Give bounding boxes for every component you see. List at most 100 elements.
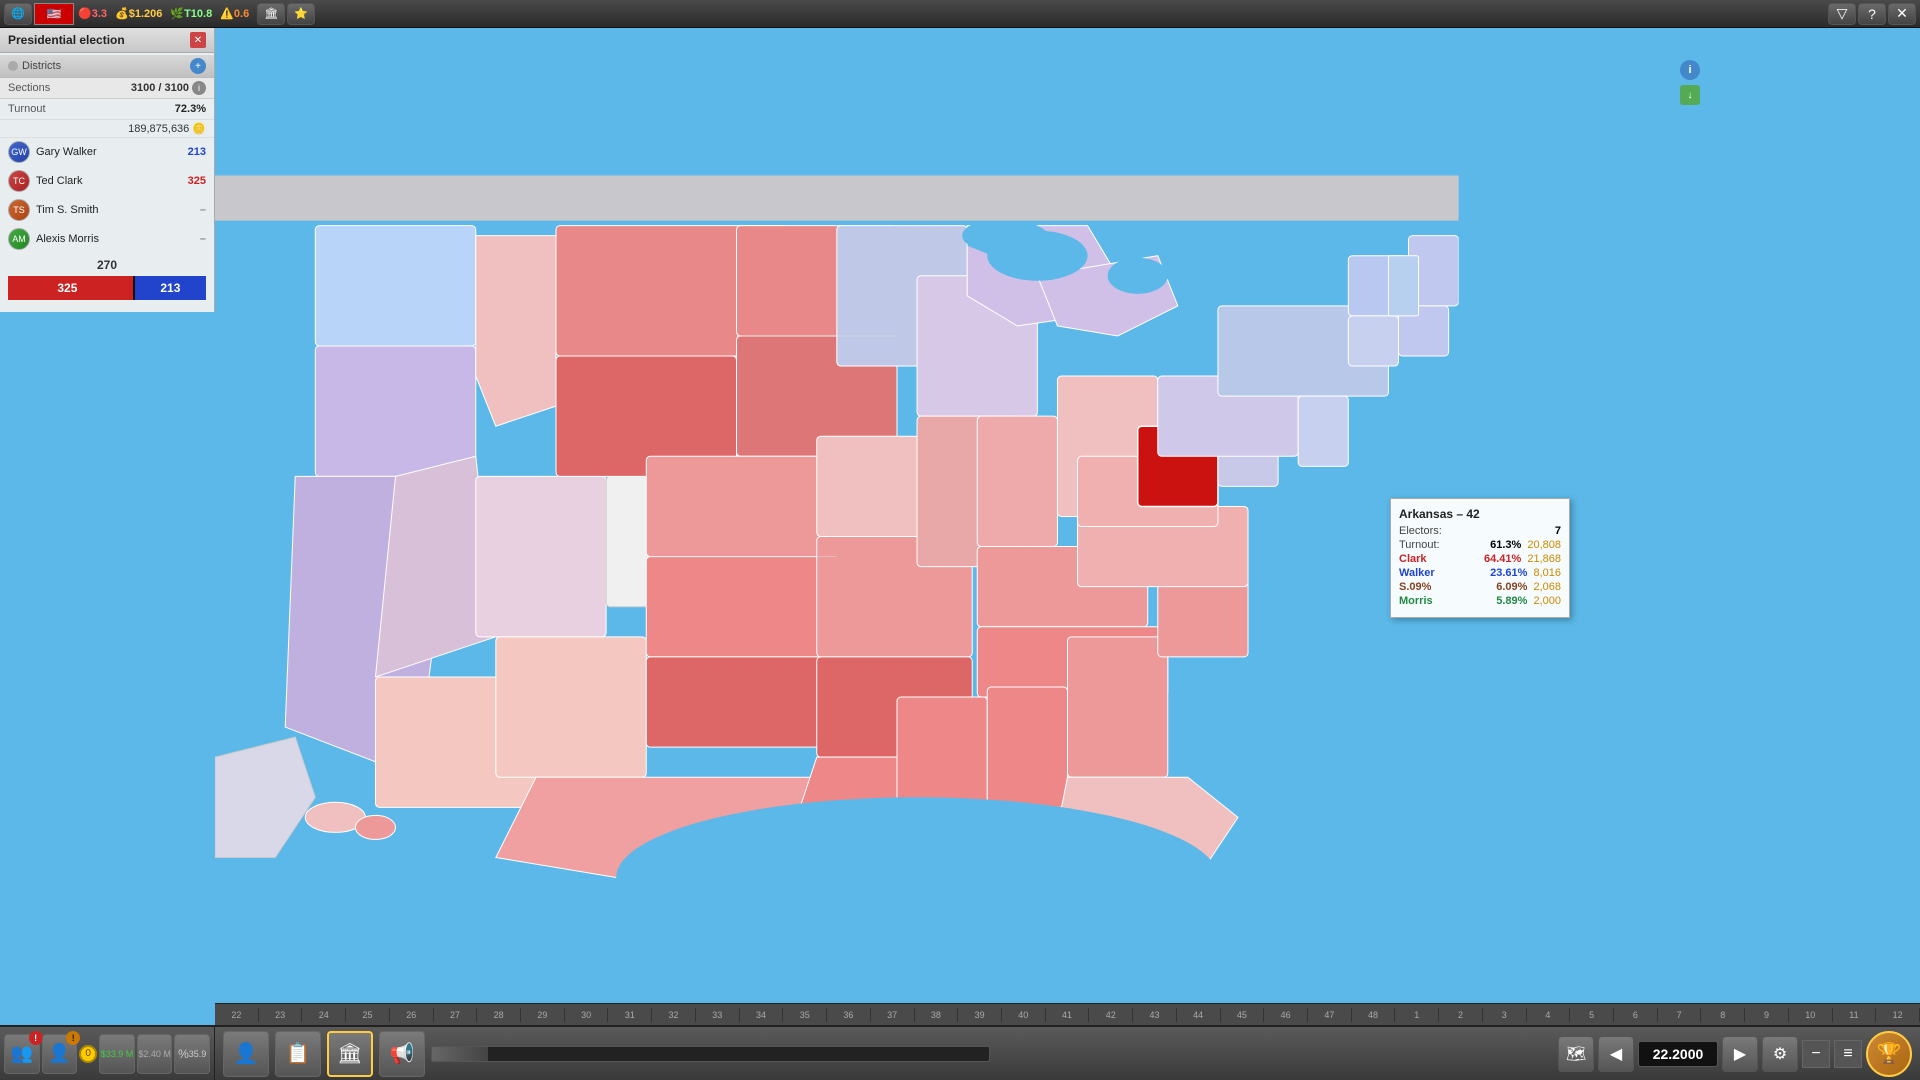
timeline-tick-23[interactable]: 45: [1221, 1008, 1265, 1022]
timeline-tick-34[interactable]: 8: [1701, 1008, 1745, 1022]
approval-icon: 🔴: [78, 7, 92, 20]
building-button[interactable]: 🏛: [257, 3, 285, 25]
timeline-tick-0[interactable]: 22: [215, 1008, 259, 1022]
star-button[interactable]: ⭐: [287, 3, 315, 25]
tooltip-morris-row: Morris 5.89% 2,000: [1399, 595, 1561, 607]
character-button[interactable]: 👤 !: [42, 1034, 78, 1074]
timeline-tick-11[interactable]: 33: [696, 1008, 740, 1022]
timeline-tick-26[interactable]: 48: [1352, 1008, 1396, 1022]
timeline-tick-27[interactable]: 1: [1395, 1008, 1439, 1022]
speaker-button[interactable]: 📢: [379, 1031, 425, 1077]
morris-score: –: [200, 233, 206, 245]
zoom-plus-button[interactable]: ≡: [1834, 1040, 1862, 1068]
timeline-tick-13[interactable]: 35: [783, 1008, 827, 1022]
panel-close-button[interactable]: ✕: [190, 32, 206, 48]
panel-header: Presidential election ✕: [0, 28, 214, 53]
bottom-icons-row: 👥 ! 👤 ! 0 $33.9 M $2.40 M %35.9: [0, 1025, 215, 1080]
timeline-tick-25[interactable]: 47: [1308, 1008, 1352, 1022]
tooltip-turnout-coins: 20,808: [1527, 539, 1561, 551]
filter-button[interactable]: ▽: [1828, 3, 1856, 25]
districts-section: Districts +: [0, 55, 214, 78]
candidate-row-clark[interactable]: TC Ted Clark 325: [0, 167, 214, 196]
people-button[interactable]: 👥 !: [4, 1034, 40, 1074]
t-icon: 🌿: [170, 7, 184, 20]
timeline-tick-33[interactable]: 7: [1658, 1008, 1702, 1022]
progress-bar: [431, 1046, 990, 1062]
timeline-tick-7[interactable]: 29: [521, 1008, 565, 1022]
zoom-minus-button[interactable]: −: [1802, 1040, 1830, 1068]
building-nav-button[interactable]: 🏛: [327, 1031, 373, 1077]
timeline-tick-18[interactable]: 40: [1002, 1008, 1046, 1022]
timeline-tick-36[interactable]: 10: [1789, 1008, 1833, 1022]
alert-stat: ⚠️ 0.6: [220, 7, 249, 20]
walker-score: 213: [188, 146, 206, 158]
approval-value: 3.3: [92, 8, 107, 20]
candidate-row-smith[interactable]: TS Tim S. Smith –: [0, 196, 214, 225]
timeline-tick-9[interactable]: 31: [608, 1008, 652, 1022]
timeline-tick-31[interactable]: 5: [1570, 1008, 1614, 1022]
tooltip-walker-label: Walker: [1399, 567, 1435, 579]
timeline-tick-1[interactable]: 23: [259, 1008, 303, 1022]
character-portrait[interactable]: 🏆: [1866, 1031, 1912, 1077]
timeline-tick-19[interactable]: 41: [1046, 1008, 1090, 1022]
timeline-tick-22[interactable]: 44: [1177, 1008, 1221, 1022]
timeline-tick-35[interactable]: 9: [1745, 1008, 1789, 1022]
globe-button[interactable]: 🌐: [4, 3, 32, 25]
timeline-tick-16[interactable]: 38: [915, 1008, 959, 1022]
tooltip-turnout-row: Turnout: 61.3% 20,808: [1399, 539, 1561, 551]
candidate-row-walker[interactable]: GW Gary Walker 213: [0, 138, 214, 167]
timeline-tick-30[interactable]: 4: [1527, 1008, 1571, 1022]
map-area[interactable]: Arkansas – 42 Electors: 7 Turnout: 61.3%…: [215, 28, 1920, 1025]
export-icon-button[interactable]: ↓: [1680, 85, 1700, 105]
timeline-tick-14[interactable]: 36: [827, 1008, 871, 1022]
flag-button[interactable]: 🇺🇸: [34, 3, 74, 25]
timeline-tick-15[interactable]: 37: [871, 1008, 915, 1022]
morris-avatar: AM: [8, 228, 30, 250]
timeline-tick-28[interactable]: 2: [1439, 1008, 1483, 1022]
timeline-tick-12[interactable]: 34: [740, 1008, 784, 1022]
tooltip-electors-row: Electors: 7: [1399, 525, 1561, 537]
timeline-tick-38[interactable]: 12: [1876, 1008, 1920, 1022]
prev-button[interactable]: ◀: [1598, 1036, 1634, 1072]
timeline-tick-29[interactable]: 3: [1483, 1008, 1527, 1022]
next-button[interactable]: ▶: [1722, 1036, 1758, 1072]
timeline-tick-17[interactable]: 39: [958, 1008, 1002, 1022]
tooltip-turnout-val: 61.3%: [1490, 539, 1521, 551]
close-button[interactable]: ✕: [1888, 3, 1916, 25]
timeline-tick-6[interactable]: 28: [477, 1008, 521, 1022]
timeline-tick-10[interactable]: 32: [652, 1008, 696, 1022]
news-button[interactable]: 📋: [275, 1031, 321, 1077]
ec-threshold: 270: [0, 254, 214, 274]
timeline-tick-20[interactable]: 42: [1089, 1008, 1133, 1022]
alert-icon: ⚠️: [220, 7, 234, 20]
help-button[interactable]: ?: [1858, 3, 1886, 25]
timeline-tick-2[interactable]: 24: [302, 1008, 346, 1022]
event-button[interactable]: 👤: [223, 1031, 269, 1077]
map-view-button[interactable]: 🗺: [1558, 1036, 1594, 1072]
tooltip-clark-coins: 21,868: [1527, 553, 1561, 565]
timeline-tick-32[interactable]: 6: [1614, 1008, 1658, 1022]
us-map-svg[interactable]: [215, 28, 1920, 1025]
info-icon-button[interactable]: i: [1680, 60, 1700, 80]
tooltip-smith-label: S.09%: [1399, 581, 1431, 593]
timeline-tick-21[interactable]: 43: [1133, 1008, 1177, 1022]
pct-bottom-stat: %35.9: [174, 1034, 210, 1074]
timeline-tick-5[interactable]: 27: [434, 1008, 478, 1022]
alert-value: 0.6: [234, 8, 249, 20]
settings-button[interactable]: ⚙: [1762, 1036, 1798, 1072]
add-district-button[interactable]: +: [190, 58, 206, 74]
coin-indicator: 0: [79, 1045, 97, 1063]
timeline-tick-3[interactable]: 25: [346, 1008, 390, 1022]
timeline-tick-4[interactable]: 26: [390, 1008, 434, 1022]
timeline-tick-37[interactable]: 11: [1833, 1008, 1877, 1022]
walker-avatar: GW: [8, 141, 30, 163]
timeline-tick-8[interactable]: 30: [565, 1008, 609, 1022]
candidate-row-morris[interactable]: AM Alexis Morris –: [0, 225, 214, 254]
coin-icon: 0: [79, 1045, 97, 1063]
morris-name: Alexis Morris: [36, 233, 200, 245]
t-stat: 🌿 T 10.8: [170, 7, 212, 20]
turnout-row: Turnout 72.3%: [0, 99, 214, 120]
timeline-tick-24[interactable]: 46: [1264, 1008, 1308, 1022]
smith-name: Tim S. Smith: [36, 204, 200, 216]
left-panel: Presidential election ✕ Districts + Sect…: [0, 28, 215, 312]
